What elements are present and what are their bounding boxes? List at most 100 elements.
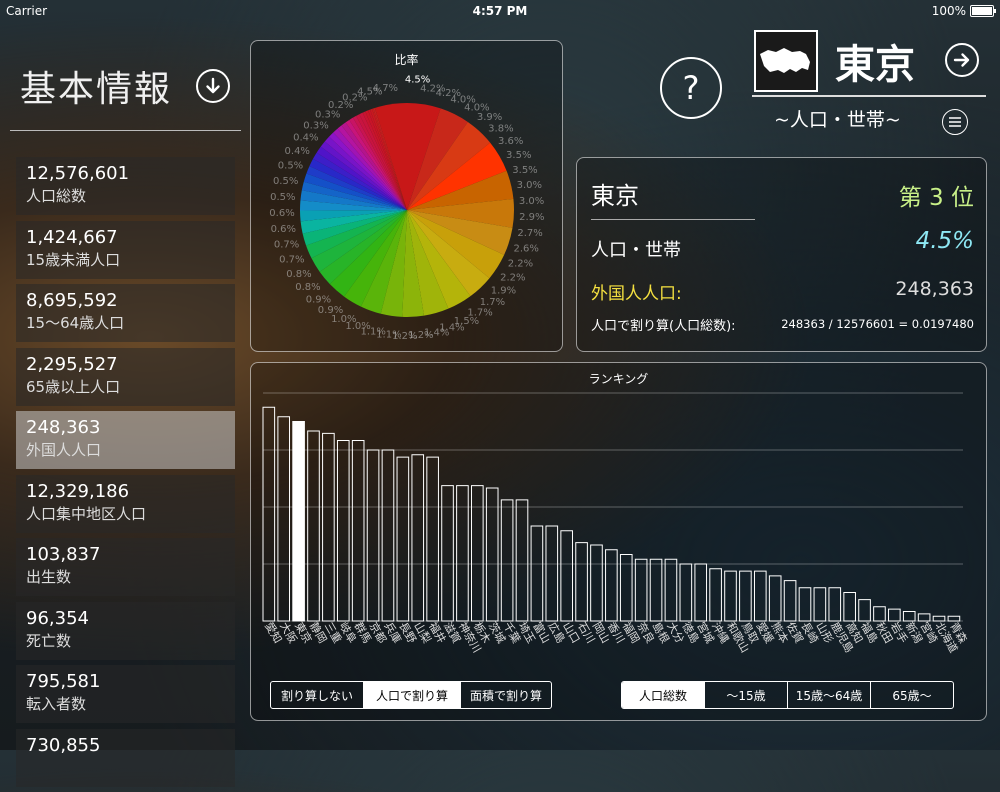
- ranking-bar[interactable]: [471, 485, 484, 622]
- stat-item-value: 12,576,601: [26, 163, 130, 184]
- ranking-bar[interactable]: [485, 487, 499, 622]
- stat-list-item[interactable]: 248,363 外国人人口: [16, 411, 235, 469]
- stat-item-value: 12,329,186: [26, 480, 130, 502]
- pie-slice-label: 3.9%: [477, 112, 502, 123]
- menu-button[interactable]: [942, 109, 968, 135]
- stat-label: 外国人人口:: [591, 284, 682, 304]
- age-modes-option[interactable]: 人口総数: [622, 682, 704, 708]
- sidebar-title: 基本情報: [20, 69, 173, 110]
- ranking-bar[interactable]: [753, 570, 767, 622]
- pie-slice-label: 0.6%: [269, 208, 294, 219]
- ranking-bar[interactable]: [292, 421, 305, 622]
- pie-slice-label: 3.0%: [519, 196, 544, 207]
- formula-value: 248363 / 12576601 = 0.0197480: [781, 317, 974, 331]
- ranking-bar[interactable]: [381, 449, 395, 622]
- stat-item-label: 死亡数: [26, 631, 72, 650]
- age-modes-option[interactable]: 65歳～: [870, 682, 953, 708]
- stat-list: 12,576,601 人口総数 1,424,667 15歳未満人口 8,695,592 1…: [16, 157, 235, 792]
- ranking-bar[interactable]: [366, 449, 380, 622]
- ranking-bar[interactable]: [828, 587, 842, 622]
- stat-list-item[interactable]: 8,695,592 15～64歳人口: [16, 284, 235, 342]
- ranking-bar[interactable]: [798, 587, 812, 622]
- ranking-bar[interactable]: [351, 440, 365, 622]
- rank-label: 第 3 位: [898, 185, 974, 211]
- stat-item-label: 外国人人口: [26, 441, 102, 459]
- battery-indicator: 100%: [932, 4, 996, 18]
- ranking-bar[interactable]: [560, 530, 573, 622]
- stat-list-item[interactable]: 12,576,601 人口総数: [16, 157, 235, 215]
- ranking-bar[interactable]: [679, 563, 693, 622]
- pie-slice-label: 4.7%: [373, 83, 398, 94]
- divide-mode-selector: 割り算しない 人口で割り算 面積で割り算: [270, 681, 552, 709]
- pie-slice-label: 3.6%: [498, 136, 523, 147]
- stat-item-value: 795,581: [26, 671, 101, 692]
- ranking-bar[interactable]: [545, 525, 559, 622]
- pie-slice-label: 0.9%: [318, 305, 343, 316]
- ranking-bar[interactable]: [694, 563, 708, 622]
- pie-chart[interactable]: 4.5%4.2%4.2%4.0%4.0%3.9%3.8%3.6%3.5%3.5%…: [251, 41, 562, 351]
- category-subtitle: ~人口・世帯~: [752, 95, 986, 131]
- ranking-bar[interactable]: [590, 544, 603, 622]
- stat-item-value: 2,295,527: [26, 353, 118, 375]
- ranking-bar[interactable]: [634, 558, 648, 622]
- ranking-bar[interactable]: [605, 549, 618, 622]
- ranking-bar[interactable]: [515, 499, 529, 622]
- stat-list-item[interactable]: 12,329,186 人口集中地区人口: [16, 474, 235, 533]
- ranking-bar[interactable]: [649, 558, 663, 622]
- stat-list-item[interactable]: 2,295,527 65歳以上人口: [16, 347, 235, 406]
- help-button[interactable]: ?: [660, 57, 722, 119]
- stat-list-item[interactable]: 795,581 転入者数: [16, 665, 235, 723]
- divide-modes-option[interactable]: 人口で割り算: [363, 682, 460, 708]
- ranking-bar[interactable]: [858, 599, 871, 622]
- arrow-down-icon: [206, 77, 220, 94]
- ranking-bar[interactable]: [426, 456, 439, 622]
- pie-slice-label: 0.6%: [271, 224, 296, 235]
- ranking-bar[interactable]: [411, 454, 425, 622]
- stat-list-item[interactable]: 103,837 出生数: [16, 538, 235, 596]
- ranking-bar[interactable]: [322, 432, 335, 622]
- ranking-bar[interactable]: [739, 570, 752, 622]
- ranking-bar[interactable]: [277, 416, 291, 622]
- ranking-bar[interactable]: [843, 592, 856, 622]
- ranking-bar[interactable]: [262, 406, 276, 622]
- next-prefecture-button[interactable]: [945, 43, 979, 77]
- age-modes-option[interactable]: 15歳～64歳: [787, 682, 870, 708]
- ranking-bar[interactable]: [396, 456, 410, 622]
- ranking-bar[interactable]: [441, 485, 454, 622]
- ranking-bar[interactable]: [530, 525, 544, 622]
- ranking-bar[interactable]: [873, 606, 886, 622]
- pie-slice-label: 2.9%: [519, 212, 544, 223]
- ranking-bar-chart[interactable]: 愛知大阪東京静岡三重岐阜群馬京都兵庫長野山梨福井滋賀神奈川栃木茨城千葉埼玉富山広…: [251, 363, 986, 673]
- sidebar-expand-button[interactable]: [196, 69, 230, 103]
- sidebar-divider: [10, 130, 241, 131]
- ranking-bar[interactable]: [709, 568, 722, 622]
- ranking-bar[interactable]: [783, 580, 797, 622]
- pie-slice-label: 0.5%: [270, 192, 295, 203]
- ranking-panel: ランキング 愛知 大阪 東京 静岡 三重 岐阜 群馬 京都 兵庫 長野 山梨 福井 滋賀 神奈川 栃木 茨城千…: [250, 362, 987, 721]
- ranking-bar[interactable]: [724, 570, 737, 622]
- ranking-bar[interactable]: [336, 440, 350, 622]
- ranking-bar[interactable]: [664, 558, 678, 622]
- stat-item-value: 730,855: [26, 734, 101, 756]
- category-label: 人口・世帯: [591, 240, 681, 261]
- menu-icon: [949, 117, 961, 127]
- ranking-bar[interactable]: [456, 485, 469, 622]
- pie-slice-label: 0.4%: [285, 146, 310, 157]
- stat-list-item[interactable]: 96,354 死亡数: [16, 601, 235, 660]
- stat-list-item[interactable]: 730,855: [16, 728, 235, 787]
- ranking-bar[interactable]: [768, 575, 782, 622]
- stat-item-label: 人口集中地区人口: [26, 504, 147, 523]
- pie-slice-label: 0.8%: [286, 269, 311, 280]
- ranking-bar[interactable]: [575, 542, 588, 622]
- divide-modes-option[interactable]: 面積で割り算: [460, 682, 551, 708]
- help-label: ?: [682, 69, 700, 107]
- stat-item-label: 65歳以上人口: [26, 377, 121, 396]
- ranking-bar[interactable]: [307, 430, 320, 622]
- stat-value: 248,363: [895, 278, 974, 300]
- divide-modes-option[interactable]: 割り算しない: [271, 682, 363, 708]
- pie-slice-label: 0.7%: [279, 255, 304, 266]
- age-modes-option[interactable]: ～15歳: [704, 682, 787, 708]
- ranking-bar[interactable]: [813, 587, 827, 622]
- ranking-bar[interactable]: [500, 499, 514, 622]
- stat-list-item[interactable]: 1,424,667 15歳未満人口: [16, 220, 235, 279]
